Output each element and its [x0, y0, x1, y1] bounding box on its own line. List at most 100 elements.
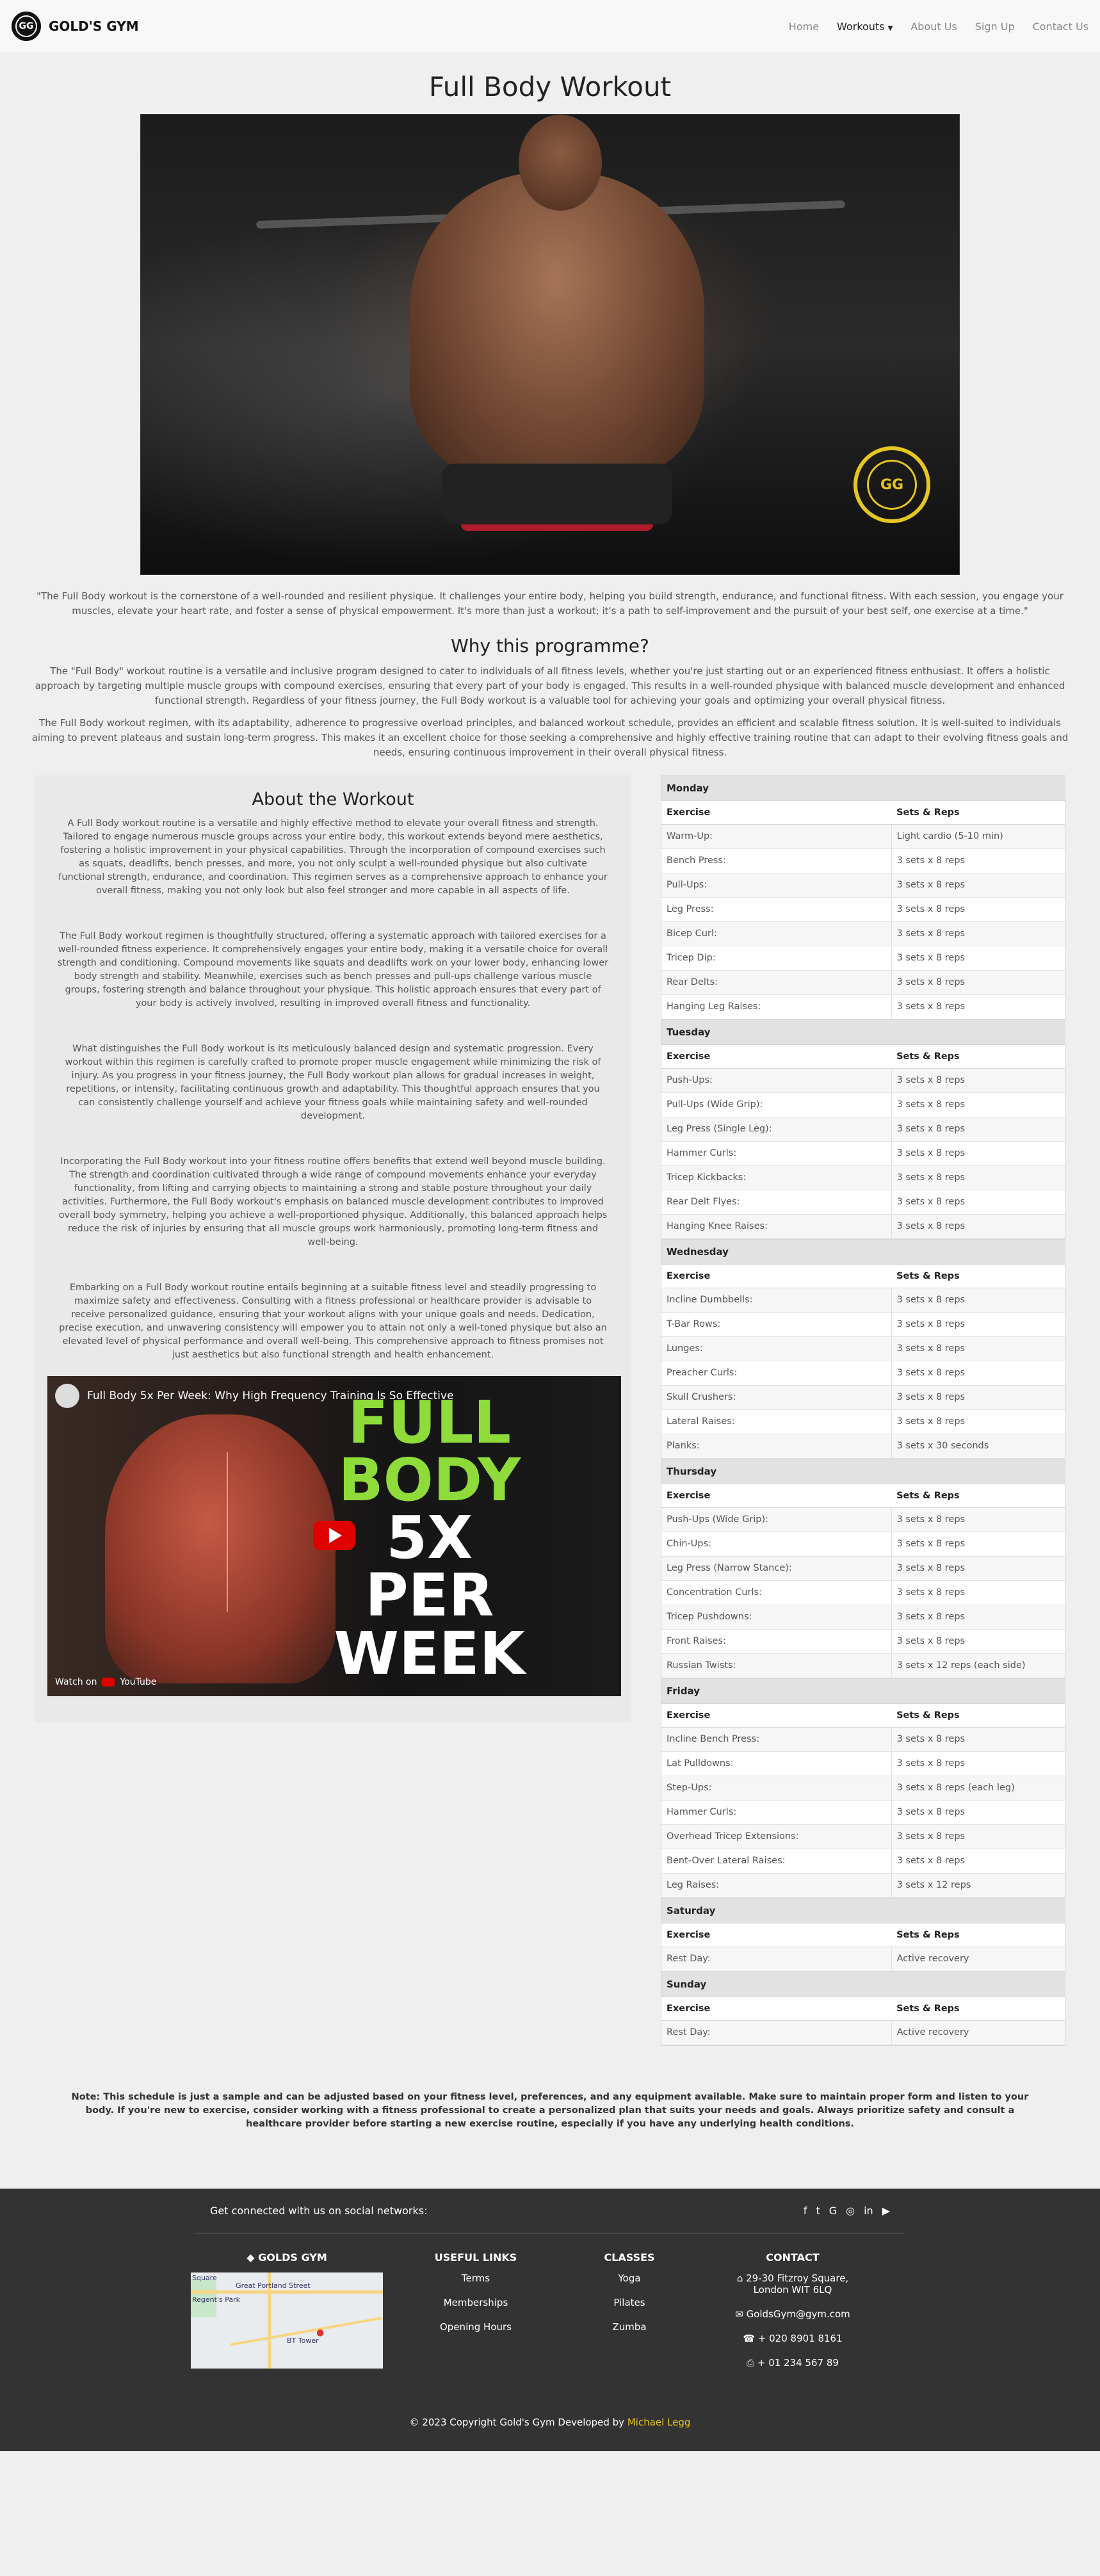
nav-link-contact[interactable]: Contact Us [1033, 20, 1088, 33]
sets-reps-cell: 3 sets x 8 reps (each leg) [891, 1776, 1065, 1801]
table-row: Pull-Ups (Wide Grip): 3 sets x 8 reps [661, 1092, 1065, 1117]
exercise-cell: Front Raises: [661, 1629, 892, 1654]
watch-on-youtube[interactable]: Watch on YouTube [55, 1677, 156, 1687]
table-row: Concentration Curls: 3 sets x 8 reps [661, 1580, 1065, 1605]
sets-reps-cell: 3 sets x 30 seconds [891, 1434, 1065, 1459]
caret-down-icon: ▼ [887, 24, 893, 32]
nav-link-workouts-label: Workouts [837, 20, 885, 33]
exercise-cell: Hanging Leg Raises: [661, 994, 892, 1019]
footer-link-opening-hours[interactable]: Opening Hours [383, 2321, 569, 2333]
table-row: Leg Press (Narrow Stance): 3 sets x 8 rep… [661, 1556, 1065, 1581]
table-row: T-Bar Rows: 3 sets x 8 reps [661, 1312, 1065, 1337]
overlay-line: FULL [348, 1388, 512, 1457]
exercise-cell: T-Bar Rows: [661, 1312, 892, 1337]
facebook-icon[interactable]: f [804, 2205, 807, 2217]
table-row: Hanging Leg Raises: 3 sets x 8 reps [661, 994, 1065, 1019]
table-row: Rear Delt Flyes: 3 sets x 8 reps [661, 1190, 1065, 1215]
exercise-cell: Leg Raises: [661, 1873, 892, 1898]
footer-link-memberships[interactable]: Memberships [383, 2297, 569, 2308]
table-row: Step-Ups: 3 sets x 8 reps (each leg) [661, 1776, 1065, 1801]
channel-avatar[interactable] [55, 1384, 79, 1408]
nav-link-about[interactable]: About Us [910, 20, 957, 33]
contact-phone[interactable]: ☎ + 020 8901 8161 [690, 2333, 895, 2344]
sets-column-header: Sets & Reps [891, 1484, 1065, 1508]
watch-on-label: Watch on [55, 1677, 97, 1687]
exercise-cell: Tricep Pushdowns: [661, 1605, 892, 1630]
youtube-video-embed[interactable]: Full Body 5x Per Week: Why High Frequenc… [47, 1376, 621, 1696]
contact-address: ⌂ 29-30 Fitzroy Square, [690, 2272, 895, 2284]
exercise-cell: Pull-Ups (Wide Grip): [661, 1092, 892, 1117]
footer-class-pilates[interactable]: Pilates [569, 2297, 690, 2308]
day-heading: Wednesday [661, 1240, 1065, 1265]
sets-column-header: Sets & Reps [891, 1265, 1065, 1288]
exercise-cell: Planks: [661, 1434, 892, 1459]
exercise-cell: Concentration Curls: [661, 1580, 892, 1605]
contact-email[interactable]: ✉ GoldsGym@gym.com [690, 2308, 895, 2320]
sets-column-header: Sets & Reps [891, 801, 1065, 825]
schedule-day-monday: Monday Exercise Sets & Reps Warm-Up: Light c… [661, 776, 1065, 1019]
brand-link[interactable]: GG GOLD'S GYM [12, 12, 139, 41]
sets-reps-cell: 3 sets x 8 reps [891, 1629, 1065, 1654]
exercise-cell: Push-Ups (Wide Grip): [661, 1507, 892, 1532]
linkedin-icon[interactable]: in [864, 2205, 873, 2217]
instagram-icon[interactable]: ◎ [846, 2205, 855, 2217]
google-icon[interactable]: G [829, 2205, 837, 2217]
exercise-cell: Hammer Curls: [661, 1141, 892, 1166]
classes-col: CLASSES Yoga Pilates Zumba [569, 2251, 690, 2381]
location-map[interactable]: Square Great Portland Street Regent's Pa… [191, 2272, 383, 2369]
social-row: Get connected with us on social networks… [195, 2189, 905, 2233]
play-button[interactable] [313, 1521, 355, 1550]
schedule-day-wednesday: Wednesday Exercise Sets & Reps Incline Dumb… [661, 1239, 1065, 1459]
sets-reps-cell: 3 sets x 8 reps [891, 1605, 1065, 1630]
footer-class-zumba[interactable]: Zumba [569, 2321, 690, 2333]
table-row: Rest Day: Active recovery [661, 1947, 1065, 1972]
exercise-column-header: Exercise [661, 1045, 892, 1069]
youtube-icon[interactable]: ▶ [882, 2205, 890, 2217]
table-row: Skull Crushers: 3 sets x 8 reps [661, 1385, 1065, 1410]
contact-col: CONTACT ⌂ 29-30 Fitzroy Square, London W… [690, 2251, 895, 2381]
map-label: Regent's Park [192, 2296, 240, 2304]
main-content: About the Workout A Full Body workout ro… [35, 775, 1065, 2046]
sets-reps-cell: 3 sets x 8 reps [891, 1580, 1065, 1605]
classes-heading: CLASSES [604, 2251, 655, 2264]
table-row: Hammer Curls: 3 sets x 8 reps [661, 1800, 1065, 1825]
table-row: Incline Dumbbells: 3 sets x 8 reps [661, 1288, 1065, 1313]
exercise-cell: Leg Press (Narrow Stance): [661, 1556, 892, 1581]
footer-link-terms[interactable]: Terms [383, 2272, 569, 2284]
overlay-line: 5X [386, 1503, 473, 1573]
sets-reps-cell: Light cardio (5-10 min) [891, 824, 1065, 849]
developer-link[interactable]: Michael Legg [627, 2417, 691, 2428]
sets-reps-cell: Active recovery [891, 1947, 1065, 1972]
sets-reps-cell: 3 sets x 8 reps [891, 1849, 1065, 1874]
copyright: © 2023 Copyright Gold's Gym Developed by… [0, 2417, 1100, 2428]
exercise-column-header: Exercise [661, 1997, 892, 2021]
sets-column-header: Sets & Reps [891, 1997, 1065, 2021]
sets-reps-cell: 3 sets x 8 reps [891, 994, 1065, 1019]
table-header-row: Exercise Sets & Reps [661, 1924, 1065, 1947]
footer-brand-name: GOLDS GYM [258, 2251, 327, 2264]
about-paragraph: A Full Body workout routine is a versati… [58, 818, 608, 896]
twitter-icon[interactable]: t [816, 2205, 820, 2217]
exercise-cell: Tricep Dip: [661, 946, 892, 971]
nav-link-workouts[interactable]: Workouts ▼ [837, 20, 893, 33]
nav-link-signup[interactable]: Sign Up [975, 20, 1015, 33]
table-row: Russian Twists: 3 sets x 12 reps (each si… [661, 1653, 1065, 1678]
navbar: GG GOLD'S GYM Home Workouts ▼ About Us S… [0, 0, 1100, 53]
schedule-table: Exercise Sets & Reps Rest Day: Active recov… [661, 1924, 1065, 1972]
table-header-row: Exercise Sets & Reps [661, 1997, 1065, 2021]
sets-reps-cell: 3 sets x 8 reps [891, 1361, 1065, 1386]
table-row: Front Raises: 3 sets x 8 reps [661, 1629, 1065, 1654]
day-heading: Thursday [661, 1459, 1065, 1484]
day-heading: Monday [661, 776, 1065, 801]
exercise-cell: Rest Day: [661, 2020, 892, 2045]
map-pin-icon: ● [316, 2328, 325, 2338]
schedule-table: Exercise Sets & Reps Push-Ups (Wide Grip):… [661, 1484, 1065, 1678]
copyright-text: © 2023 Copyright Gold's Gym Developed by [409, 2417, 625, 2428]
fax-text: + 01 234 567 89 [757, 2357, 839, 2369]
why-heading: Why this programme? [451, 635, 649, 656]
useful-links-heading: USEFUL LINKS [434, 2251, 517, 2264]
about-section: About the Workout A Full Body workout ro… [35, 775, 631, 1722]
footer-class-yoga[interactable]: Yoga [569, 2272, 690, 2284]
nav-link-home[interactable]: Home [789, 20, 819, 33]
athlete-back [410, 172, 704, 480]
